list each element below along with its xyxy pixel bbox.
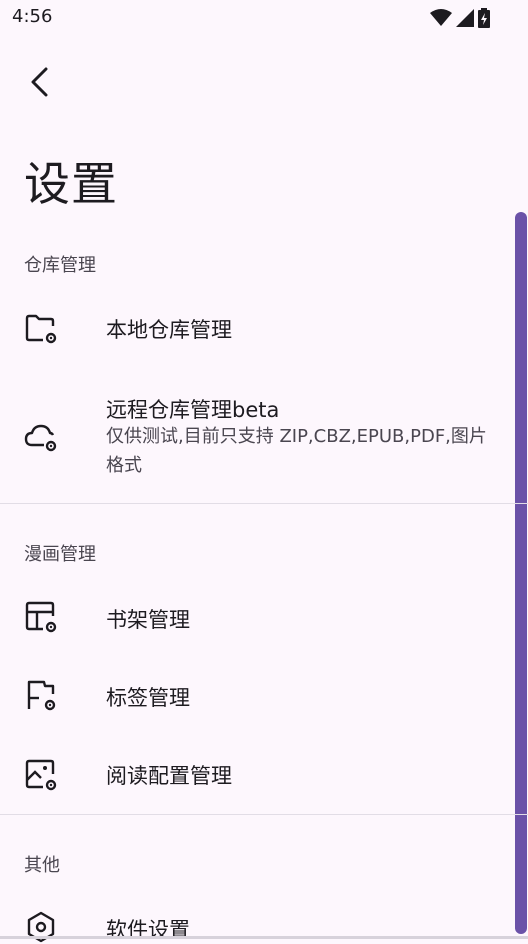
table-gear-icon [25, 601, 57, 633]
divider [0, 814, 528, 815]
flag-gear-icon [27, 680, 56, 711]
page-title: 设置 [24, 157, 118, 211]
reader-config-label: 阅读配置管理 [106, 764, 232, 788]
signal-icon [456, 9, 474, 27]
status-bar: 4:56 [0, 0, 528, 36]
section-header-comic: 漫画管理 [24, 544, 96, 565]
cloud-gear-icon [24, 424, 57, 452]
local-repo-label: 本地仓库管理 [106, 318, 232, 342]
section-header-other: 其他 [24, 855, 60, 876]
remote-repo-label: 远程仓库管理beta [106, 398, 280, 422]
remote-repo-description: 仅供测试,目前只支持 ZIP,CBZ,EPUB,PDF,图片 格式 [106, 426, 487, 476]
software-settings-label: 软件设置 [106, 918, 190, 942]
divider [0, 503, 528, 504]
bookshelf-label: 书架管理 [106, 608, 190, 632]
tags-label: 标签管理 [106, 686, 190, 710]
software-settings-item[interactable]: 软件设置 [0, 890, 528, 943]
section-header-repository: 仓库管理 [24, 255, 96, 276]
folder-gear-icon [25, 314, 57, 344]
local-repo-item[interactable]: 本地仓库管理 [0, 290, 528, 366]
bookshelf-item[interactable]: 书架管理 [0, 580, 528, 656]
wifi-icon [430, 9, 452, 26]
arrow-back-icon [31, 67, 48, 97]
status-time: 4:56 [12, 6, 53, 27]
battery-charging-icon [478, 8, 490, 28]
tags-item[interactable]: 标签管理 [0, 658, 528, 734]
status-icons [430, 8, 490, 28]
back-button[interactable] [16, 58, 64, 106]
reader-config-item[interactable]: 阅读配置管理 [0, 736, 528, 812]
remote-repo-item[interactable]: 远程仓库管理beta 仅供测试,目前只支持 ZIP,CBZ,EPUB,PDF,图… [0, 380, 528, 490]
image-gear-icon [25, 759, 57, 791]
